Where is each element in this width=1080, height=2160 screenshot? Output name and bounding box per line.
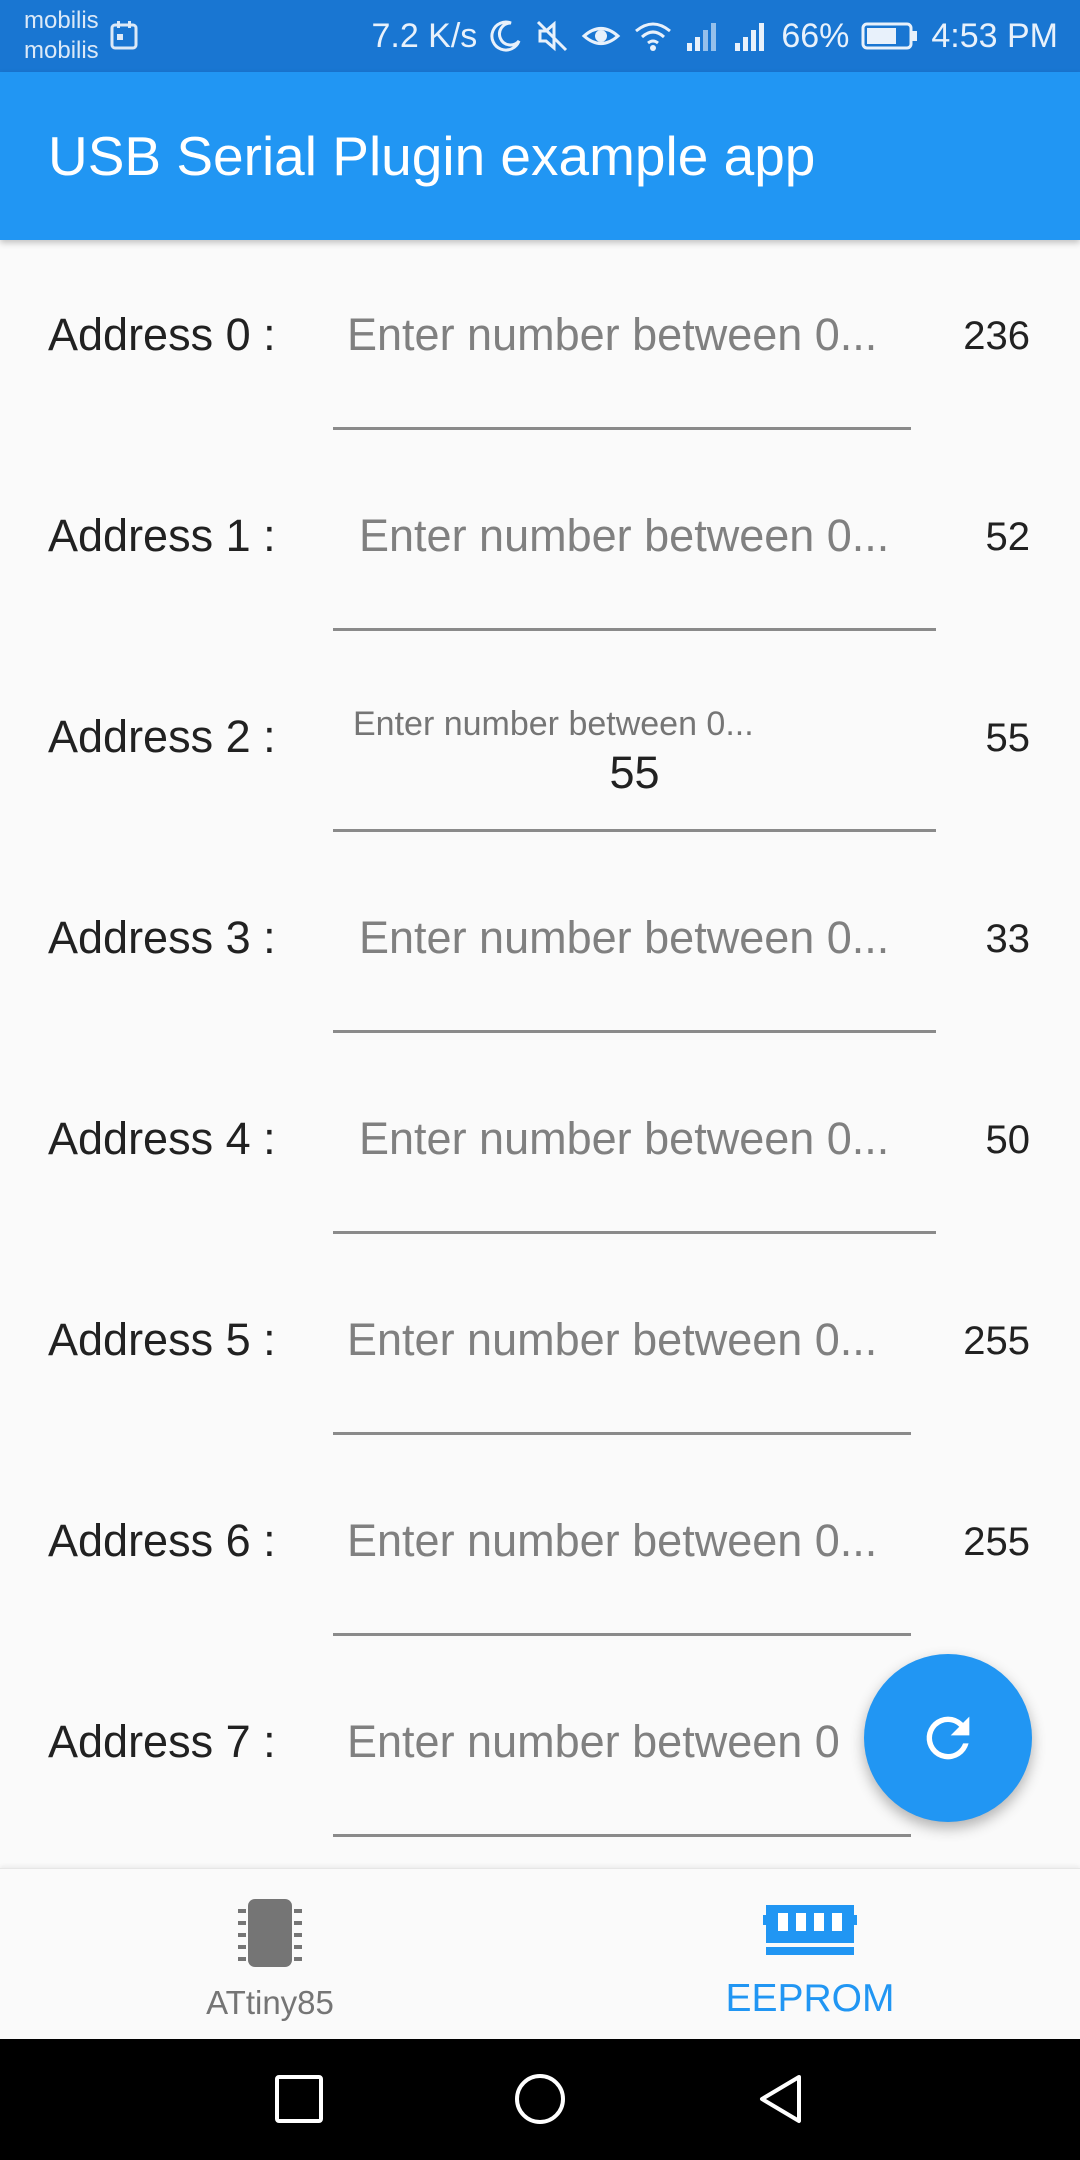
- status-bar: mobilis mobilis 7.2 K/s 66% 4:53 PM: [0, 0, 1080, 72]
- address-input[interactable]: Enter number between 0...: [333, 1289, 911, 1435]
- eye-icon: [582, 27, 621, 45]
- page-title: USB Serial Plugin example app: [48, 125, 816, 187]
- eeprom-value: 50: [985, 1118, 1031, 1162]
- input-placeholder: Enter number between 0...: [347, 309, 878, 360]
- address-input[interactable]: Enter number between 0...: [333, 1088, 936, 1234]
- app-bar: USB Serial Plugin example app: [0, 72, 1080, 240]
- eeprom-value: 255: [963, 1520, 1030, 1564]
- address-label: Address 4 :: [48, 1113, 276, 1164]
- eeprom-value: 33: [985, 917, 1031, 961]
- address-row: Address 3 : Enter number between 0... 33: [0, 843, 1080, 1044]
- input-placeholder: Enter number between 0...: [347, 1314, 878, 1365]
- address-input[interactable]: Enter number between 0: [333, 1691, 911, 1837]
- memory-icon: [763, 1905, 857, 1955]
- address-row: Address 4 : Enter number between 0... 50: [0, 1044, 1080, 1245]
- address-row: Address 2 : Enter number between 0... 55…: [0, 642, 1080, 843]
- input-value: 55: [609, 747, 660, 798]
- input-placeholder: Enter number between 0...: [359, 912, 890, 963]
- refresh-icon: [926, 1716, 970, 1760]
- recents-icon[interactable]: [272, 2072, 326, 2126]
- home-icon[interactable]: [513, 2072, 567, 2126]
- carrier-name-2: mobilis: [24, 37, 99, 64]
- address-row: Address 6 : Enter number between 0... 25…: [0, 1446, 1080, 1647]
- input-floating-label: Enter number between 0...: [353, 705, 754, 743]
- address-input[interactable]: Enter number between 0...: [333, 1490, 911, 1636]
- address-row: Address 0 : Enter number between 0... 23…: [0, 240, 1080, 441]
- wifi-icon: [635, 22, 672, 51]
- address-input[interactable]: Enter number between 0... 55: [333, 686, 936, 832]
- clock: 4:53 PM: [931, 16, 1058, 55]
- carrier-info: mobilis mobilis: [24, 6, 99, 66]
- address-label: Address 7 :: [48, 1716, 276, 1767]
- eeprom-value: 55: [985, 716, 1031, 760]
- address-row: Address 1 : Enter number between 0... 52: [0, 441, 1080, 642]
- input-placeholder: Enter number between 0...: [359, 510, 890, 561]
- calendar-icon: [110, 21, 138, 50]
- signal-icon-2: [735, 23, 765, 51]
- tab-label: EEPROM: [725, 1977, 895, 2020]
- network-speed: 7.2 K/s: [371, 16, 478, 55]
- bottom-navigation: ATtiny85 EEPROM: [0, 1868, 1080, 2039]
- chip-icon: [238, 1899, 302, 1967]
- refresh-button[interactable]: [864, 1654, 1032, 1822]
- address-label: Address 6 :: [48, 1515, 276, 1566]
- address-label: Address 5 :: [48, 1314, 276, 1365]
- address-input[interactable]: Enter number between 0...: [333, 284, 911, 430]
- carrier-name-1: mobilis: [24, 7, 99, 34]
- input-placeholder: Enter number between 0...: [347, 1515, 878, 1566]
- address-label: Address 3 :: [48, 912, 276, 963]
- input-placeholder: Enter number between 0: [347, 1716, 840, 1767]
- eeprom-value: 236: [963, 314, 1030, 358]
- status-indicators: 7.2 K/s 66% 4:53 PM: [371, 0, 1058, 72]
- address-input[interactable]: Enter number between 0...: [333, 887, 936, 1033]
- mute-icon: [537, 20, 568, 52]
- battery-icon: [861, 22, 918, 50]
- eeprom-value: 52: [985, 515, 1031, 559]
- battery-percent: 66%: [781, 16, 850, 55]
- eeprom-value: 255: [963, 1319, 1030, 1363]
- address-label: Address 2 :: [48, 711, 276, 762]
- input-placeholder: Enter number between 0...: [359, 1113, 890, 1164]
- address-input[interactable]: Enter number between 0...: [333, 485, 936, 631]
- tab-label: ATtiny85: [206, 1984, 334, 2021]
- system-navigation-bar: [0, 2038, 1080, 2160]
- back-icon[interactable]: [754, 2072, 808, 2126]
- address-label: Address 1 :: [48, 510, 276, 561]
- signal-icon: [687, 23, 717, 51]
- moon-icon: [490, 20, 521, 52]
- tab-attiny85[interactable]: ATtiny85: [0, 1869, 540, 2039]
- address-row: Address 5 : Enter number between 0... 25…: [0, 1245, 1080, 1446]
- address-label: Address 0 :: [48, 309, 276, 360]
- address-list: Address 0 : Enter number between 0... 23…: [0, 240, 1080, 1868]
- tab-eeprom[interactable]: EEPROM: [540, 1869, 1080, 2039]
